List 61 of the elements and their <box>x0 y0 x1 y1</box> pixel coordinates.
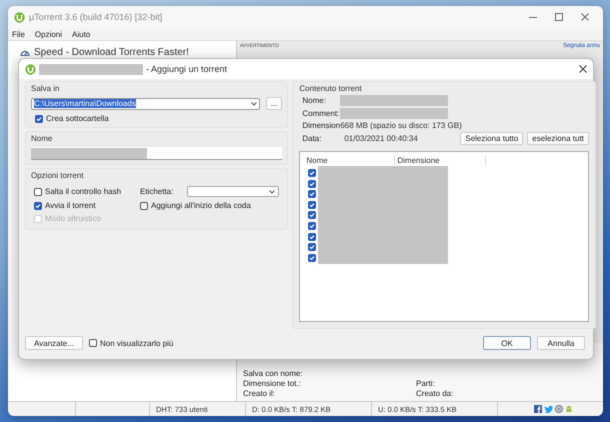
checkbox-label[interactable]: Salta il controllo hash <box>45 187 122 196</box>
path-combobox[interactable]: C:\Users\martina\Downloads <box>31 98 260 110</box>
checkbox[interactable] <box>308 169 316 177</box>
browse-button[interactable]: ... <box>266 97 282 110</box>
globe-icon[interactable] <box>555 405 563 413</box>
checkbox[interactable] <box>34 202 42 210</box>
menu-item[interactable]: Aiuto <box>72 30 90 38</box>
cancel-button[interactable]: Annulla <box>537 336 585 350</box>
select-all-button[interactable]: Seleziona tutto <box>460 132 524 145</box>
info-value: 01/03/2021 00:40:34 <box>344 134 419 143</box>
checkbox[interactable] <box>308 232 316 241</box>
detail-label: Creato da: <box>416 389 454 399</box>
info-label: Dimension <box>302 121 340 130</box>
column-header[interactable]: Dimensione <box>395 156 486 165</box>
info-label: Nome: <box>302 96 327 105</box>
checkbox-label[interactable]: Avvia il torrent <box>45 201 96 210</box>
checkbox[interactable] <box>308 200 316 209</box>
checkbox-label[interactable]: Non visualizzarlo più <box>100 338 174 348</box>
checkbox[interactable] <box>308 190 316 198</box>
checkbox-label[interactable]: Aggiungi all'inizio della coda <box>151 201 251 210</box>
checkbox[interactable] <box>308 211 316 220</box>
checkbox[interactable] <box>35 114 43 122</box>
menu-item[interactable]: File <box>12 30 25 38</box>
maximize-icon[interactable] <box>555 13 563 21</box>
dialog-title: - Aggiungi un torrent <box>146 64 228 74</box>
checkbox[interactable] <box>34 188 42 196</box>
menu-item[interactable]: Opzioni <box>34 30 62 38</box>
checkbox[interactable] <box>89 339 97 347</box>
facebook-icon[interactable] <box>534 405 542 413</box>
info-value: 668 MB (spazio su disco: 173 GB) <box>340 121 463 130</box>
checkbox[interactable] <box>308 243 316 252</box>
detail-label: Dimensione tot.: <box>243 379 302 389</box>
detail-label: Creato il: <box>243 389 276 399</box>
column-header[interactable]: Nome <box>304 156 396 165</box>
ok-button[interactable]: OK <box>483 336 531 350</box>
checkbox[interactable] <box>308 254 316 262</box>
field-label: Etichetta: <box>140 187 174 196</box>
caret-icon <box>250 102 257 106</box>
group-label: Opzioni torrent <box>31 171 84 180</box>
checkbox[interactable] <box>140 202 148 210</box>
speedometer-icon <box>20 49 30 56</box>
caret-icon <box>269 190 276 194</box>
ad-text[interactable]: Speed - Download Torrents Faster! <box>34 47 189 58</box>
deselect-all-button[interactable]: eseleziona tutt <box>527 132 589 145</box>
close-icon[interactable] <box>579 65 587 73</box>
group-label: Contenuto torrent <box>299 84 363 93</box>
group-label: Salva in <box>31 84 60 93</box>
detail-label: Parti: <box>416 379 436 389</box>
checkbox[interactable] <box>308 180 316 188</box>
info-label: Comment: <box>302 109 340 118</box>
info-label: Data: <box>302 134 322 143</box>
utorrent-logo-icon <box>14 12 25 22</box>
group-label: Nome <box>31 134 54 143</box>
checkbox[interactable] <box>308 222 316 230</box>
close-icon[interactable] <box>581 13 589 21</box>
name-field[interactable] <box>31 147 282 160</box>
utorrent-logo-icon <box>25 64 36 74</box>
advanced-button[interactable]: Avanzate... <box>25 336 83 350</box>
window-title: µTorrent 3.6 (build 47016) [32-bit] <box>29 12 162 22</box>
checkbox-label[interactable]: Crea sottocartella <box>46 114 109 123</box>
detail-label: Salva con nome: <box>243 369 304 379</box>
